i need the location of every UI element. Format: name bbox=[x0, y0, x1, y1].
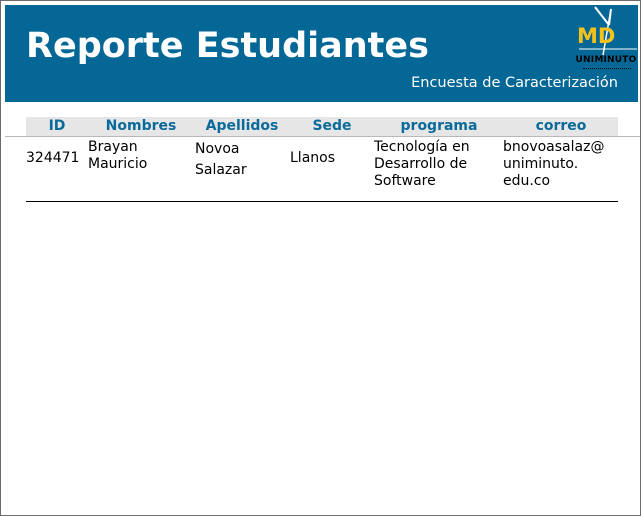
report-page: Reporte Estudiantes Encuesta de Caracter… bbox=[0, 0, 641, 516]
cell-nombres-line: Brayan bbox=[88, 139, 138, 155]
cell-apellidos-line: Salazar bbox=[195, 162, 247, 178]
cell-correo: bnovoasalaz@ uniminuto. edu.co bbox=[503, 139, 604, 190]
logo-mark-text: MD bbox=[577, 24, 615, 48]
cell-programa-line: Tecnología en bbox=[374, 139, 470, 155]
cell-apellidos: Novoa Salazar bbox=[195, 139, 247, 181]
cell-programa-line: Software bbox=[374, 173, 436, 189]
column-header-nombres: Nombres bbox=[105, 118, 177, 134]
header-divider bbox=[5, 136, 640, 137]
report-title: Reporte Estudiantes bbox=[26, 26, 429, 66]
cell-nombres-line: Mauricio bbox=[88, 156, 148, 172]
cell-id: 324471 bbox=[26, 150, 80, 166]
logo-name: UNIMINUTO bbox=[575, 55, 637, 65]
cell-programa: Tecnología en Desarrollo de Software bbox=[374, 139, 470, 190]
cell-correo-line: edu.co bbox=[503, 173, 551, 189]
column-header-sede: Sede bbox=[312, 118, 352, 134]
cell-nombres: Brayan Mauricio bbox=[88, 139, 147, 173]
column-header-apellidos: Apellidos bbox=[205, 118, 279, 134]
uniminuto-logo: MD UNIMINUTO bbox=[573, 5, 639, 75]
cell-sede: Llanos bbox=[290, 150, 336, 166]
logo-mark-icon: MD bbox=[577, 6, 637, 56]
cell-programa-line: Desarrollo de bbox=[374, 156, 468, 172]
table-bottom-divider bbox=[26, 201, 618, 202]
logo-tagline-line bbox=[583, 68, 631, 71]
cell-correo-line: bnovoasalaz@ bbox=[503, 139, 605, 155]
column-header-correo: correo bbox=[535, 118, 587, 134]
report-subtitle: Encuesta de Caracterización bbox=[411, 75, 618, 91]
cell-correo-line: uniminuto. bbox=[503, 156, 579, 172]
column-header-id: ID bbox=[48, 118, 66, 134]
table-header-row: ID Nombres Apellidos Sede programa corre… bbox=[26, 117, 618, 136]
column-header-programa: programa bbox=[400, 118, 478, 134]
report-header: Reporte Estudiantes Encuesta de Caracter… bbox=[5, 5, 638, 102]
cell-apellidos-line: Novoa bbox=[195, 141, 240, 157]
